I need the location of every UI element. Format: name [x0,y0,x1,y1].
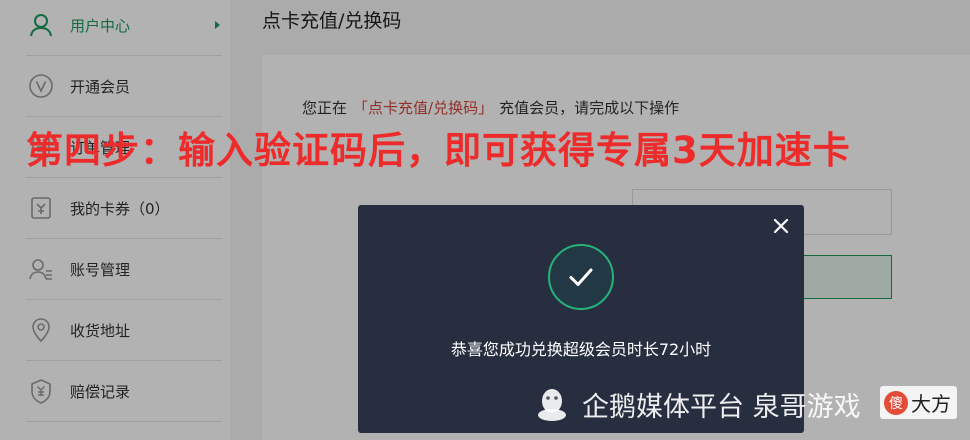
corner-logo: 傻 大方 [880,386,957,419]
success-message: 恭喜您成功兑换超级会员时长72小时 [450,340,712,359]
penguin-icon [538,389,566,421]
close-icon[interactable] [770,215,792,237]
watermark-text: 企鹅媒体平台 泉哥游戏 [582,391,861,423]
corner-logo-mark: 傻 [884,390,908,415]
corner-logo-text: 大方 [911,392,951,416]
check-icon [548,244,614,310]
step-caption: 第四步：输入验证码后，即可获得专属3天加速卡 [26,129,851,172]
watermark: 企鹅媒体平台 泉哥游戏 [532,384,861,424]
